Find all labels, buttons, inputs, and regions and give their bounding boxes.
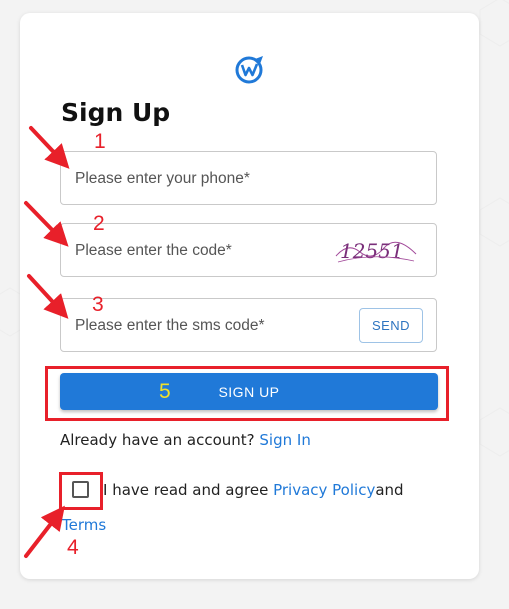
annotation-arrow-3 [27,274,69,319]
annotation-arrow-1 [29,126,70,169]
annotation-arrow-2 [24,201,69,247]
annotation-arrows [24,126,70,558]
annotation-arrow-4 [24,505,65,558]
